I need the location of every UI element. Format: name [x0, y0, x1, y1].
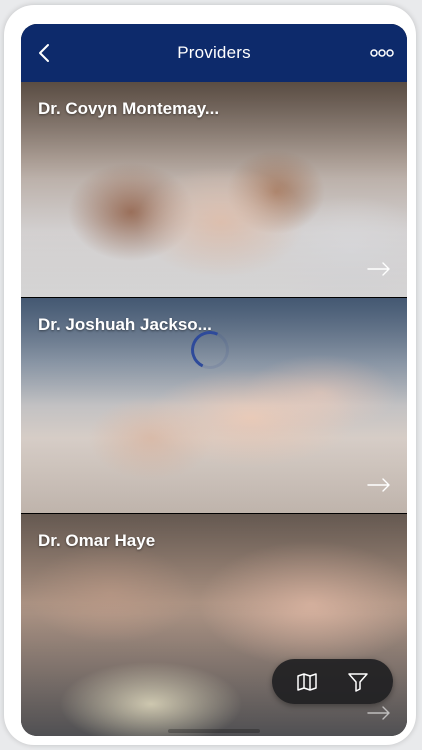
arrow-right-icon[interactable]: [367, 478, 391, 492]
filter-button[interactable]: [341, 665, 375, 699]
device-frame: Providers Dr. Covyn Montemay... Dr. Josh…: [4, 5, 416, 745]
more-dots-icon[interactable]: [369, 44, 395, 62]
home-indicator: [168, 729, 260, 733]
map-filter-toolbar: [272, 659, 393, 704]
provider-name: Dr. Joshuah Jackso...: [38, 315, 212, 334]
page-title: Providers: [177, 43, 251, 62]
app-screen: Providers Dr. Covyn Montemay... Dr. Josh…: [21, 24, 407, 736]
map-icon: [297, 672, 317, 691]
arrow-right-icon[interactable]: [367, 262, 391, 276]
chevron-left-icon[interactable]: [33, 41, 57, 65]
arrow-right-icon[interactable]: [367, 706, 391, 720]
provider-card[interactable]: Dr. Covyn Montemay...: [21, 82, 407, 297]
filter-icon: [348, 672, 368, 692]
header-bar: Providers: [21, 24, 407, 82]
provider-name: Dr. Omar Haye: [38, 531, 156, 550]
map-button[interactable]: [290, 665, 324, 699]
provider-name: Dr. Covyn Montemay...: [38, 99, 220, 118]
provider-card[interactable]: Dr. Joshuah Jackso...: [21, 298, 407, 513]
